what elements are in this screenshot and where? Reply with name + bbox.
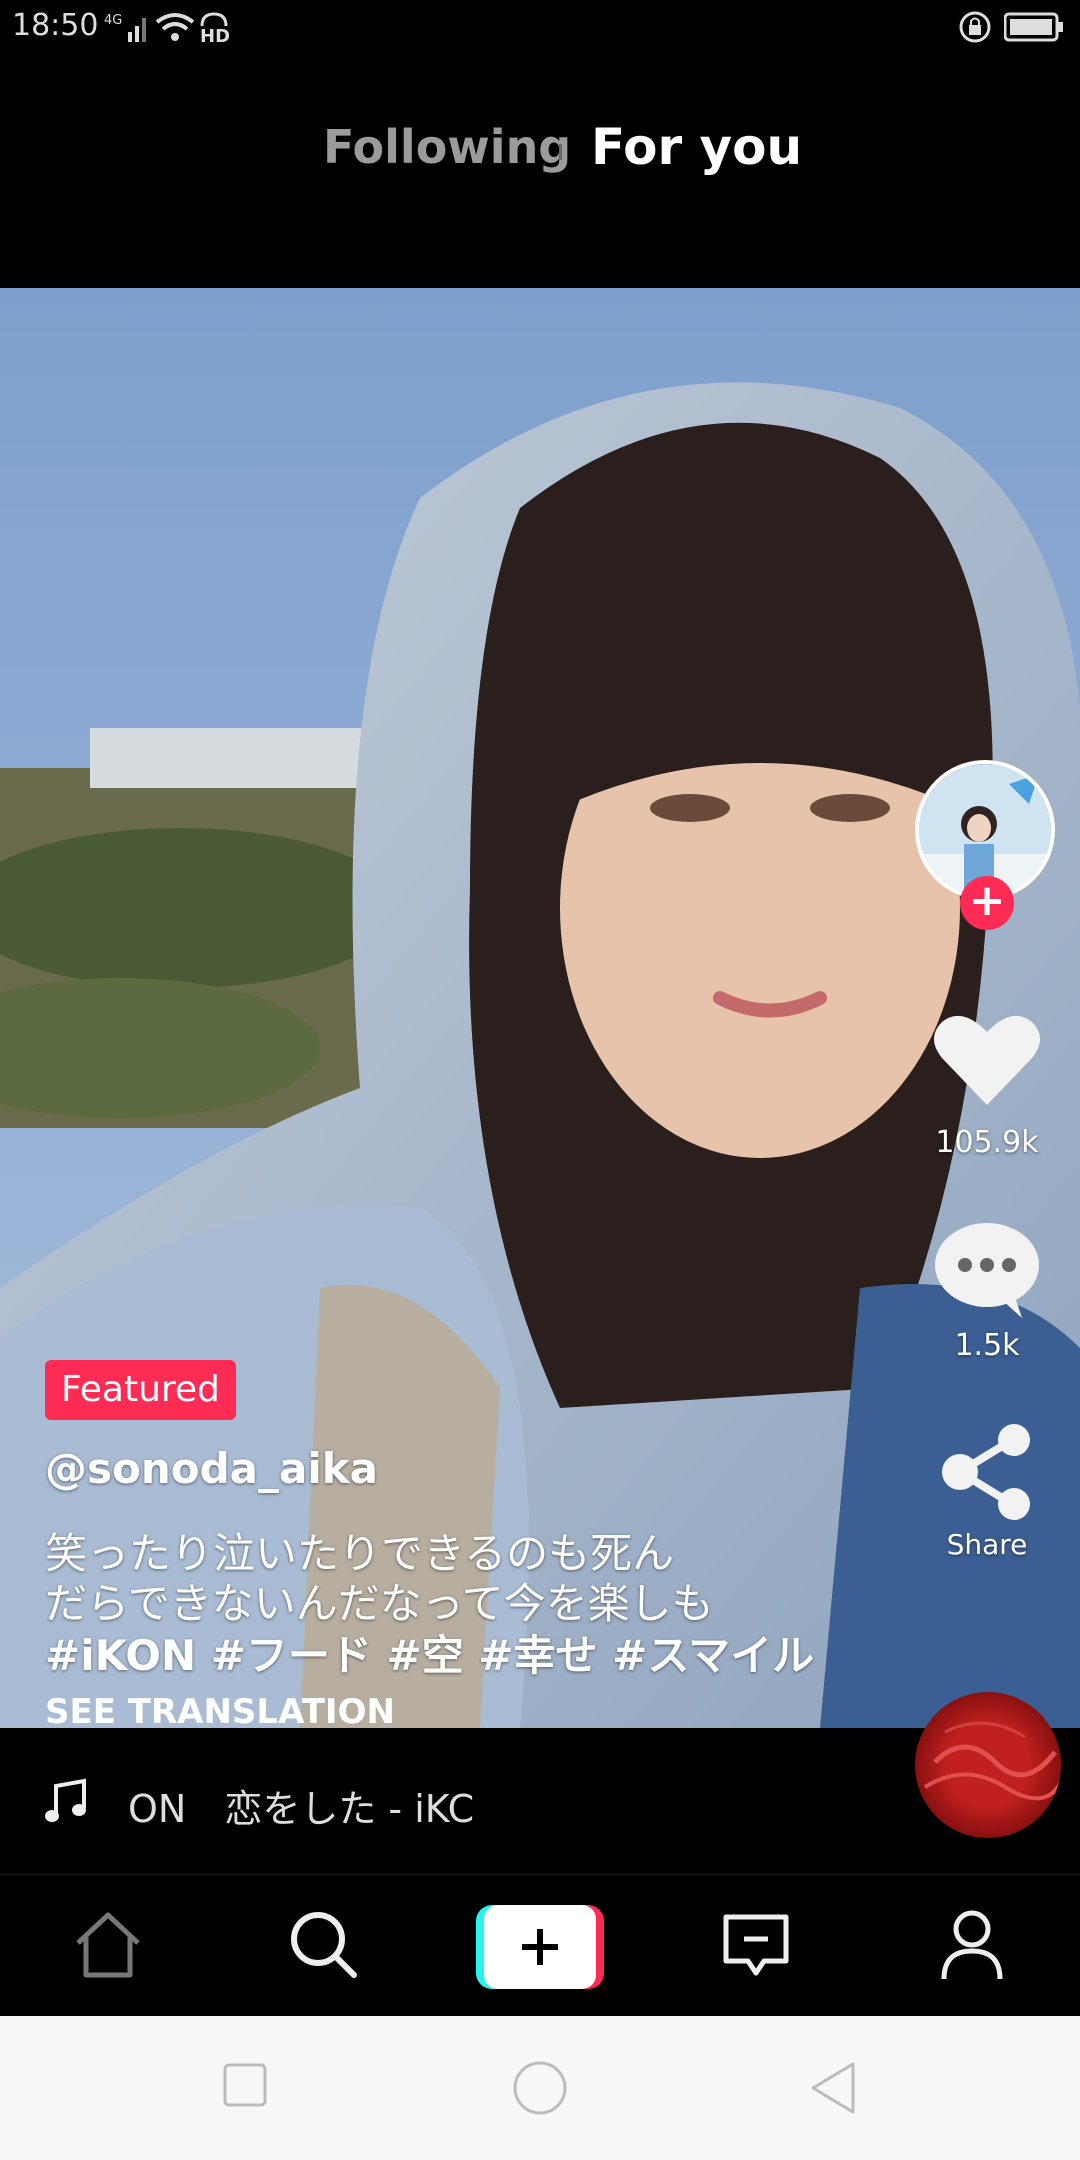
hd-icon: HD — [200, 12, 230, 44]
recents-icon[interactable] — [222, 2062, 268, 2108]
comment-count: 1.5k — [954, 1328, 1020, 1363]
comment-icon[interactable] — [932, 1220, 1042, 1320]
home-button-icon[interactable] — [512, 2060, 568, 2116]
status-time: 18:50 — [12, 8, 99, 43]
battery-icon — [1004, 12, 1063, 42]
see-translation-link[interactable]: SEE TRANSLATION — [45, 1692, 395, 1732]
svg-text:HD: HD — [200, 26, 230, 44]
video-frame — [0, 288, 1080, 1728]
home-icon[interactable] — [68, 1905, 148, 1985]
share-icon[interactable] — [932, 1422, 1042, 1522]
tab-for-you[interactable]: For you — [591, 118, 802, 176]
profile-icon[interactable] — [932, 1905, 1012, 1985]
status-bar: 18:50 4G HD — [0, 0, 1080, 56]
feed-tabs: Following For you — [0, 100, 1080, 210]
tab-following[interactable]: Following — [323, 120, 571, 174]
heart-icon[interactable] — [932, 1010, 1042, 1110]
tab-separator — [559, 144, 562, 160]
back-icon[interactable] — [808, 2060, 858, 2116]
caption-hashtags[interactable]: #iKON #フード #空 #幸せ #スマイル — [45, 1622, 814, 1683]
album-art — [923, 1721, 1061, 1801]
signal-icon: 4G — [104, 13, 146, 42]
bottom-nav — [0, 1874, 1080, 2017]
creator-username[interactable]: @sonoda_aika — [45, 1444, 378, 1493]
search-icon[interactable] — [284, 1905, 364, 1985]
share-label: Share — [946, 1528, 1028, 1561]
music-disc[interactable] — [915, 1692, 1061, 1838]
create-button[interactable] — [476, 1905, 604, 1989]
like-count: 105.9k — [935, 1125, 1039, 1160]
music-note-icon — [45, 1778, 86, 1822]
featured-badge: Featured — [45, 1360, 236, 1420]
inbox-icon[interactable] — [716, 1905, 796, 1985]
music-title[interactable]: ON 恋をした - iKC — [128, 1778, 474, 1833]
follow-button[interactable]: + — [960, 876, 1014, 930]
video-player[interactable] — [0, 288, 1080, 1728]
system-nav-bar — [0, 2016, 1080, 2160]
svg-text:4G: 4G — [104, 13, 122, 28]
wifi-icon — [155, 13, 195, 41]
rotation-lock-icon — [959, 11, 991, 43]
